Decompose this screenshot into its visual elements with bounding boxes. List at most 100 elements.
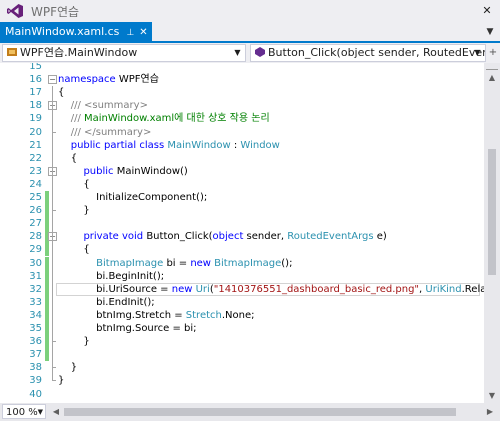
line-number: 18 <box>29 100 42 112</box>
code-editor[interactable]: 1516−namespace WPF연습17{18− /// <summary>… <box>0 63 484 403</box>
line-number: 24 <box>29 178 42 190</box>
split-window-icon[interactable]: + <box>488 45 498 61</box>
horizontal-scroll-thumb[interactable] <box>64 408 456 416</box>
code-text: public partial class MainWindow : Window <box>70 139 280 151</box>
code-line[interactable]: 25 InitializeComponent(); <box>0 191 484 204</box>
member-combo[interactable]: Button_Click(object sender, RoutedEventA… <box>250 44 486 62</box>
code-line[interactable]: 18− /// <summary> <box>0 99 484 112</box>
code-line[interactable]: 33 bi.EndInit(); <box>0 295 484 309</box>
code-text: bi.BeginInit(); <box>58 270 165 282</box>
zoom-combo[interactable]: 100 % ▼ <box>2 404 46 419</box>
code-line[interactable]: 31 bi.BeginInit(); <box>0 269 484 283</box>
code-line[interactable]: 30 BitmapImage bi = new BitmapImage(); <box>0 256 484 270</box>
code-line[interactable]: 37 <box>0 348 484 362</box>
document-tab-strip: MainWindow.xaml.cs ⊥ ✕ ▼ <box>0 22 500 41</box>
code-text: /// </summary> <box>70 126 152 138</box>
window-title: WPF연습 <box>31 5 80 19</box>
code-line[interactable]: 23− public MainWindow() <box>0 165 484 178</box>
change-marker <box>45 269 49 283</box>
code-text: bi.UriSource = new Uri("1410376551_dashb… <box>58 283 484 295</box>
visual-studio-logo-icon <box>7 4 23 18</box>
code-line[interactable]: 34 btnImg.Stretch = Stretch.None; <box>0 308 484 322</box>
change-marker <box>45 322 49 335</box>
code-line[interactable]: 38 } <box>0 361 484 374</box>
code-line[interactable]: 32 bi.UriSource = new Uri("1410376551_da… <box>0 282 484 296</box>
line-number: 28 <box>29 231 42 243</box>
code-text: } <box>58 375 65 387</box>
line-number: 37 <box>29 349 42 361</box>
code-line[interactable]: 24 { <box>0 178 484 191</box>
change-marker <box>45 335 49 349</box>
code-line[interactable]: 20 /// </summary> <box>0 126 484 139</box>
line-number: 17 <box>29 87 42 99</box>
change-marker <box>45 282 49 296</box>
scroll-right-icon[interactable]: ▶ <box>484 404 496 419</box>
code-text: InitializeComponent(); <box>58 192 208 203</box>
code-line[interactable]: 36 } <box>0 335 484 349</box>
code-text: /// <summary> <box>70 100 148 112</box>
code-text: bi.EndInit(); <box>58 296 155 308</box>
code-line[interactable]: 21 public partial class MainWindow : Win… <box>0 139 484 152</box>
code-text: btnImg.Stretch = Stretch.None; <box>58 309 255 321</box>
outline-guide <box>52 243 53 343</box>
tab-mainwindow-xaml-cs[interactable]: MainWindow.xaml.cs ⊥ ✕ <box>0 22 153 42</box>
collapse-icon[interactable]: − <box>48 75 57 85</box>
code-text: } <box>58 336 90 348</box>
chevron-down-icon[interactable]: ▼ <box>472 45 483 61</box>
scroll-up-icon[interactable]: ▲ <box>484 71 500 85</box>
code-line[interactable]: 35 btnImg.Source = bi; <box>0 322 484 335</box>
class-combo[interactable]: WPF연습.MainWindow ▼ <box>2 44 246 62</box>
code-line[interactable]: 27 <box>0 217 484 231</box>
code-line[interactable]: 15 <box>0 63 484 73</box>
code-text: { <box>58 244 90 256</box>
tab-label: MainWindow.xaml.cs <box>5 25 120 38</box>
code-text: { <box>58 87 65 99</box>
line-number: 25 <box>29 192 42 203</box>
line-number: 21 <box>29 139 42 151</box>
scroll-down-icon[interactable]: ▼ <box>484 389 500 403</box>
tab-dropdown-icon[interactable]: ▼ <box>483 26 497 38</box>
line-number: 32 <box>29 283 42 295</box>
tab-close-icon[interactable]: ✕ <box>138 23 148 42</box>
line-number: 19 <box>29 113 42 125</box>
line-number: 33 <box>29 296 42 308</box>
code-line[interactable]: 39} <box>0 374 484 387</box>
chevron-down-icon[interactable]: ▼ <box>38 405 43 420</box>
code-line[interactable]: 40 <box>0 388 484 401</box>
code-line[interactable]: 22 { <box>0 152 484 165</box>
outline-guide-end <box>52 380 56 382</box>
code-line[interactable]: 16− namespace WPF연습 <box>0 73 484 86</box>
code-line[interactable]: 28− private void Button_Click(object sen… <box>0 230 484 244</box>
line-number: 20 <box>29 126 42 138</box>
class-combo-value: WPF연습.MainWindow <box>20 46 138 59</box>
code-line[interactable]: 19 /// MainWindow.xaml에 대한 상호 작용 논리 <box>0 112 484 125</box>
change-marker <box>45 295 49 309</box>
code-text: /// MainWindow.xaml에 대한 상호 작용 논리 <box>70 113 270 125</box>
zoom-value: 100 % <box>6 407 38 418</box>
line-number: 29 <box>29 244 42 256</box>
vertical-scroll-thumb[interactable] <box>488 149 496 275</box>
change-marker <box>45 243 49 257</box>
horizontal-scrollbar[interactable]: ◀ ▶ <box>50 404 496 419</box>
code-line[interactable]: 17 { <box>0 86 484 99</box>
splitter-handle[interactable] <box>486 63 498 70</box>
outline-guide <box>52 99 53 133</box>
class-icon <box>7 48 17 56</box>
member-combo-value: Button_Click(object sender, RoutedEventA… <box>268 46 485 59</box>
code-line[interactable]: 29 { <box>0 243 484 257</box>
code-line[interactable]: 26 } <box>0 204 484 218</box>
line-number: 38 <box>29 362 42 374</box>
chevron-down-icon[interactable]: ▼ <box>232 45 243 61</box>
code-text: BitmapImage bi = new BitmapImage(); <box>96 257 293 269</box>
vertical-scrollbar[interactable]: ▲ ▼ <box>484 63 500 403</box>
change-marker <box>45 308 49 322</box>
outline-guide <box>52 177 53 212</box>
close-window-button[interactable]: ✕ <box>478 2 496 20</box>
method-icon <box>255 47 265 57</box>
change-marker <box>45 204 49 218</box>
code-text: { <box>58 152 78 164</box>
line-number: 15 <box>29 63 42 72</box>
line-number: 34 <box>29 309 42 321</box>
line-number: 35 <box>29 323 42 334</box>
scroll-left-icon[interactable]: ◀ <box>50 404 62 419</box>
